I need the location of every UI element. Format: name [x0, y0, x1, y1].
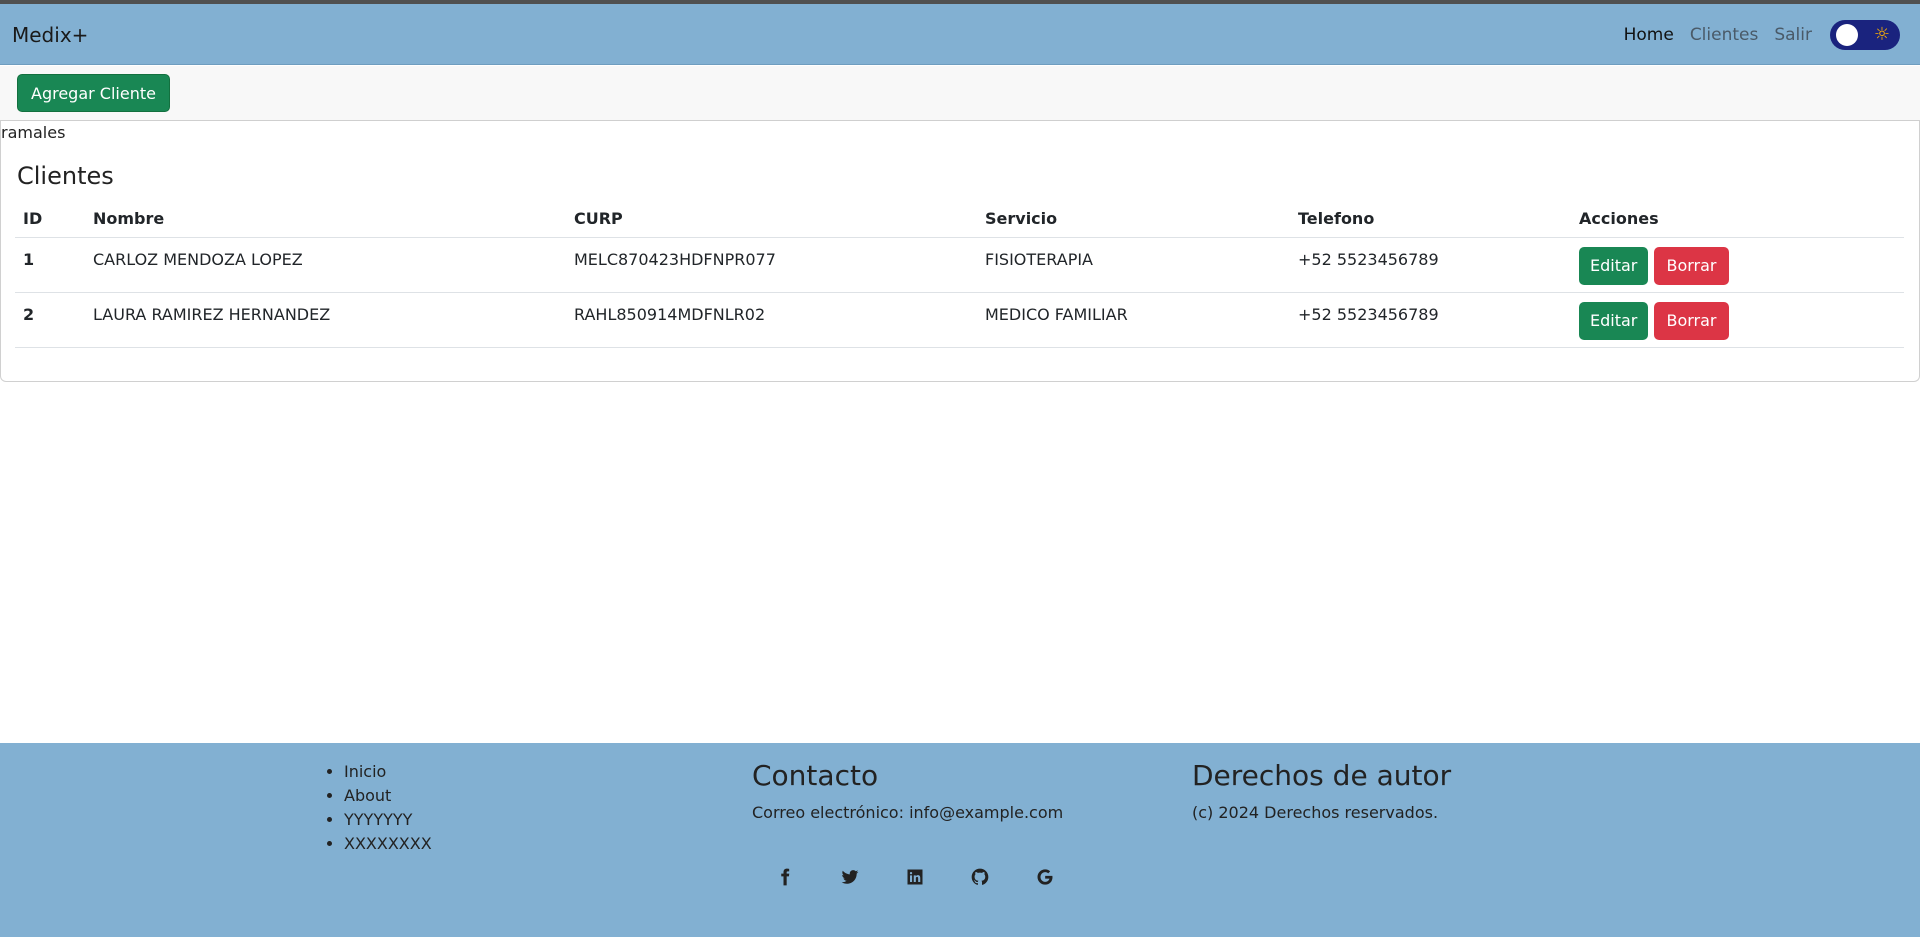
- rights-text: (c) 2024 Derechos reservados.: [1192, 803, 1439, 822]
- cell-servicio: FISIOTERAPIA: [977, 237, 1290, 293]
- cell-nombre: CARLOZ MENDOZA LOPEZ: [85, 237, 566, 293]
- cell-acciones: Editar Borrar: [1571, 237, 1904, 293]
- twitter-icon[interactable]: [817, 857, 882, 897]
- cell-curp: RAHL850914MDFNLR02: [566, 292, 977, 348]
- toggle-knob: [1836, 24, 1858, 46]
- page-title: Clientes: [17, 162, 114, 190]
- nav-link-salir[interactable]: Salir: [1774, 25, 1812, 45]
- edit-button[interactable]: Editar: [1579, 246, 1649, 285]
- edit-button[interactable]: Editar: [1579, 301, 1649, 340]
- nav-links: Home Clientes Salir ☼: [1624, 20, 1900, 50]
- footer: Inicio About YYYYYYY XXXXXXXX Contacto C…: [0, 743, 1920, 937]
- linkedin-icon[interactable]: [882, 857, 947, 897]
- footer-link-yyyyyyy[interactable]: YYYYYYY: [344, 808, 432, 832]
- cell-telefono: +52 5523456789: [1290, 292, 1571, 348]
- footer-link-inicio[interactable]: Inicio: [344, 760, 432, 784]
- facebook-icon[interactable]: [752, 857, 817, 897]
- column-header-curp: CURP: [566, 201, 977, 238]
- column-header-servicio: Servicio: [977, 201, 1290, 238]
- rights-title: Derechos de autor: [1192, 759, 1452, 792]
- cell-curp: MELC870423HDFNPR077: [566, 237, 977, 293]
- footer-link-xxxxxxxx[interactable]: XXXXXXXX: [344, 832, 432, 856]
- github-icon[interactable]: [947, 857, 1012, 897]
- cell-servicio: MEDICO FAMILIAR: [977, 292, 1290, 348]
- column-header-acciones: Acciones: [1571, 201, 1904, 238]
- add-client-button[interactable]: Agregar Cliente: [17, 74, 170, 112]
- clients-table: ID Nombre CURP Servicio Telefono Accione…: [15, 201, 1904, 348]
- cell-acciones: Editar Borrar: [1571, 292, 1904, 348]
- google-icon[interactable]: [1012, 857, 1077, 897]
- delete-button[interactable]: Borrar: [1654, 246, 1729, 285]
- theme-toggle[interactable]: ☼: [1830, 20, 1900, 50]
- social-icons: [752, 857, 1077, 897]
- contact-title: Contacto: [752, 759, 879, 792]
- contact-email: Correo electrónico: info@example.com: [752, 803, 1064, 822]
- cell-id: 2: [15, 292, 85, 348]
- username-label: ramales: [1, 123, 66, 142]
- delete-button[interactable]: Borrar: [1654, 301, 1729, 340]
- column-header-telefono: Telefono: [1290, 201, 1571, 238]
- column-header-id: ID: [15, 201, 85, 238]
- table-header-row: ID Nombre CURP Servicio Telefono Accione…: [15, 201, 1904, 238]
- toolbar: Agregar Cliente: [0, 66, 1920, 121]
- table-row: 1 CARLOZ MENDOZA LOPEZ MELC870423HDFNPR0…: [15, 237, 1904, 293]
- footer-link-about[interactable]: About: [344, 784, 432, 808]
- cell-nombre: LAURA RAMIREZ HERNANDEZ: [85, 292, 566, 348]
- cell-id: 1: [15, 237, 85, 293]
- nav-link-home[interactable]: Home: [1624, 25, 1674, 45]
- table-row: 2 LAURA RAMIREZ HERNANDEZ RAHL850914MDFN…: [15, 292, 1904, 348]
- footer-links: Inicio About YYYYYYY XXXXXXXX: [327, 760, 432, 856]
- column-header-nombre: Nombre: [85, 201, 566, 238]
- sun-icon: ☼: [1873, 24, 1890, 45]
- cell-telefono: +52 5523456789: [1290, 237, 1571, 293]
- nav-link-clientes[interactable]: Clientes: [1690, 25, 1759, 45]
- brand-logo[interactable]: Medix+: [12, 23, 88, 47]
- navbar: Medix+ Home Clientes Salir ☼: [0, 4, 1920, 65]
